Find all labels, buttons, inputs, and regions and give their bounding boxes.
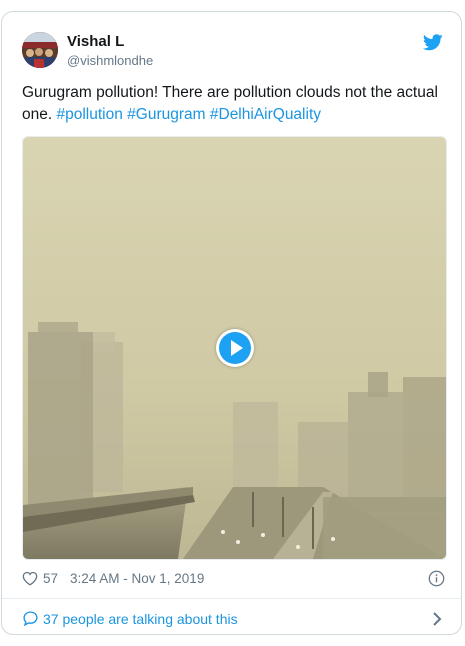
play-button[interactable]: [216, 329, 254, 367]
tweet-card: Vishal L @vishmlondhe Gurugram pollution…: [1, 11, 462, 635]
heart-icon[interactable]: [22, 571, 38, 586]
hashtag-delhiairquality[interactable]: #DelhiAirQuality: [210, 106, 321, 123]
hashtag-pollution[interactable]: #pollution: [56, 106, 122, 123]
author-name[interactable]: Vishal L: [67, 33, 124, 50]
tweet-text: Gurugram pollution! There are pollution …: [22, 82, 442, 126]
author-handle[interactable]: @vishmlondhe: [67, 53, 153, 68]
conversation-link[interactable]: 37 people are talking about this: [22, 609, 445, 629]
twitter-bird-icon[interactable]: [423, 34, 443, 51]
chevron-right-icon: [433, 612, 442, 626]
hashtag-gurugram[interactable]: #Gurugram: [127, 106, 205, 123]
play-icon: [219, 332, 251, 364]
speech-bubble-icon: [23, 611, 38, 627]
tweet-timestamp[interactable]: 3:24 AM - Nov 1, 2019: [70, 571, 204, 586]
tweet-meta: 57 3:24 AM - Nov 1, 2019: [22, 568, 445, 590]
info-icon[interactable]: [428, 570, 445, 587]
avatar[interactable]: [22, 32, 58, 68]
divider: [2, 598, 461, 599]
video-thumbnail[interactable]: [22, 136, 447, 560]
conversation-label: 37 people are talking about this: [43, 611, 238, 627]
like-count[interactable]: 57: [43, 571, 58, 586]
